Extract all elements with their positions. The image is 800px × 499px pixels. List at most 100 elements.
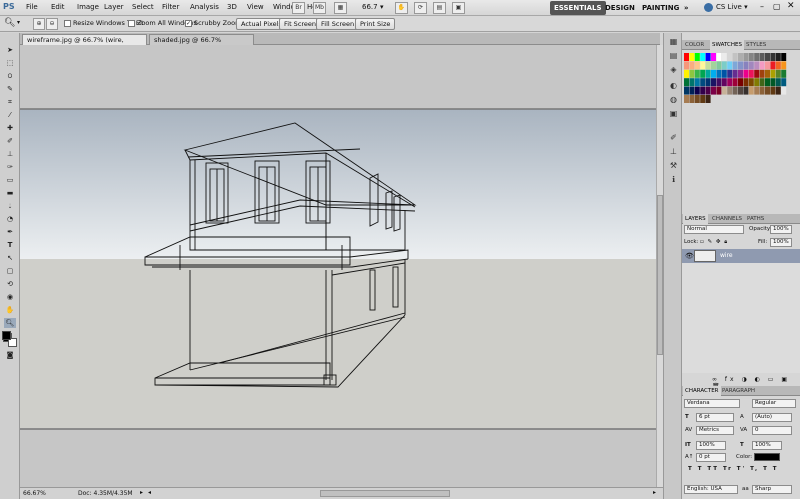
swatch[interactable] (765, 53, 770, 61)
extras-icon[interactable]: ▦ (334, 2, 347, 14)
swatch[interactable] (716, 69, 722, 78)
vertical-scrollbar[interactable] (656, 45, 663, 487)
swatch[interactable] (748, 61, 754, 70)
swatch[interactable] (689, 53, 695, 61)
healing-brush-tool-icon[interactable]: ✚ (4, 123, 16, 133)
masks-panel-icon[interactable]: ◍ (668, 95, 679, 105)
swatch[interactable] (748, 69, 754, 78)
all-caps-button[interactable]: TT (707, 466, 719, 472)
swatch[interactable] (700, 61, 706, 70)
dodge-tool-icon[interactable]: ◔ (4, 214, 16, 224)
antialias-select[interactable]: Sharp (752, 485, 792, 494)
swatch[interactable] (694, 69, 700, 78)
styles-panel-icon[interactable]: ▣ (668, 109, 679, 119)
swatch[interactable] (765, 69, 770, 78)
scrubby-zoom-checkbox[interactable]: ✓ (185, 20, 192, 27)
faux-bold-button[interactable]: T (688, 466, 694, 472)
swatch[interactable] (765, 86, 770, 95)
swatch[interactable] (689, 61, 695, 70)
zoom-tool-icon[interactable]: 🔍︎ (4, 18, 15, 28)
underline-button[interactable]: T (763, 466, 769, 472)
swatch[interactable] (754, 78, 760, 87)
cs-live-button[interactable]: CS Live ▾ (716, 3, 748, 11)
menu-analysis[interactable]: Analysis (190, 3, 219, 11)
swatch[interactable] (738, 69, 743, 78)
zoom-all-windows-checkbox[interactable] (128, 20, 135, 27)
swatch[interactable] (711, 69, 716, 78)
layer-name[interactable]: wire (720, 252, 733, 259)
swatch[interactable] (721, 53, 727, 61)
hand-tool-icon[interactable]: ✋ (4, 305, 16, 315)
brush-tool-icon[interactable]: ✐ (4, 136, 16, 146)
menu-select[interactable]: Select (132, 3, 154, 11)
font-family-select[interactable]: Verdana (684, 399, 740, 408)
swatch[interactable] (721, 61, 727, 70)
scroll-left-icon[interactable]: ◂ (148, 489, 151, 496)
pen-tool-icon[interactable]: ✒ (4, 227, 16, 237)
close-window-icon[interactable]: ✕ (787, 1, 795, 11)
swatch[interactable] (732, 78, 738, 87)
history-panel-icon[interactable]: ▦ (668, 37, 679, 47)
menu-filter[interactable]: Filter (162, 3, 179, 11)
zoom-tool-icon[interactable]: 🔍︎ (4, 318, 16, 328)
minimize-icon[interactable]: – (760, 2, 764, 11)
swatch[interactable] (689, 69, 695, 78)
menu-image[interactable]: Image (77, 3, 99, 11)
swatch[interactable] (754, 61, 760, 70)
swatch[interactable] (727, 69, 733, 78)
swatch[interactable] (765, 78, 770, 87)
swatch[interactable] (700, 69, 706, 78)
bridge-button[interactable]: Br (292, 2, 305, 14)
swatch[interactable] (748, 78, 754, 87)
type-style-buttons[interactable]: T T TT Tr T' T, T T (688, 466, 779, 472)
quick-select-tool-icon[interactable]: ✎ (4, 84, 16, 94)
text-color-swatch[interactable] (754, 453, 780, 461)
swatch[interactable] (732, 69, 738, 78)
workspace-design[interactable]: DESIGN (601, 1, 639, 15)
small-caps-button[interactable]: Tr (723, 466, 733, 472)
eraser-tool-icon[interactable]: ▭ (4, 175, 16, 185)
swatch[interactable] (759, 69, 765, 78)
swatch[interactable] (700, 53, 706, 61)
faux-italic-button[interactable]: T (698, 466, 704, 472)
swatch[interactable] (684, 53, 689, 61)
swatch[interactable] (684, 86, 689, 95)
swatch[interactable] (705, 61, 711, 70)
swatch[interactable] (716, 86, 722, 95)
eyedropper-tool-icon[interactable]: ⁄ (4, 110, 16, 120)
maximize-icon[interactable]: ▢ (773, 2, 781, 11)
swatch[interactable] (705, 95, 711, 103)
tab-wireframe[interactable]: wireframe.jpg @ 66.7% (wire, RGB/8#) × (22, 34, 147, 54)
swatch[interactable] (700, 78, 706, 87)
swatch[interactable] (705, 53, 711, 61)
swatch[interactable] (775, 78, 781, 87)
3d-rotate-tool-icon[interactable]: ⟲ (4, 279, 16, 289)
swatch[interactable] (689, 95, 695, 103)
swatch[interactable] (738, 78, 743, 87)
menu-view[interactable]: View (247, 3, 264, 11)
swatch[interactable] (684, 61, 689, 70)
layer-row-wire[interactable]: 👁︎ wire (682, 249, 800, 263)
swatch[interactable] (738, 61, 743, 70)
workspace-painting[interactable]: PAINTING (638, 1, 683, 15)
swatch[interactable] (732, 86, 738, 95)
actions-panel-icon[interactable]: ▤ (668, 51, 679, 61)
swatch[interactable] (743, 78, 749, 87)
zoom-out-icon[interactable]: ⊖ (46, 18, 58, 30)
menu-layer[interactable]: Layer (104, 3, 124, 11)
tool-preset-arrow-icon[interactable]: ▾ (17, 19, 20, 26)
info-panel-icon[interactable]: ℹ (668, 175, 679, 185)
swatch[interactable] (711, 86, 716, 95)
clone-source-panel-icon[interactable]: ⊥ (668, 147, 679, 157)
swatch[interactable] (689, 78, 695, 87)
strikethrough-button[interactable]: T (773, 466, 779, 472)
hand-tool-icon[interactable]: ✋ (395, 2, 408, 14)
swatch[interactable] (743, 69, 749, 78)
fill-screen-button[interactable]: Fill Screen (316, 18, 360, 30)
leading-field[interactable]: (Auto) (752, 413, 792, 422)
swatch[interactable] (770, 86, 776, 95)
swatch[interactable] (765, 61, 770, 70)
swatch[interactable] (694, 86, 700, 95)
swatch[interactable] (684, 69, 689, 78)
swatch[interactable] (775, 86, 781, 95)
